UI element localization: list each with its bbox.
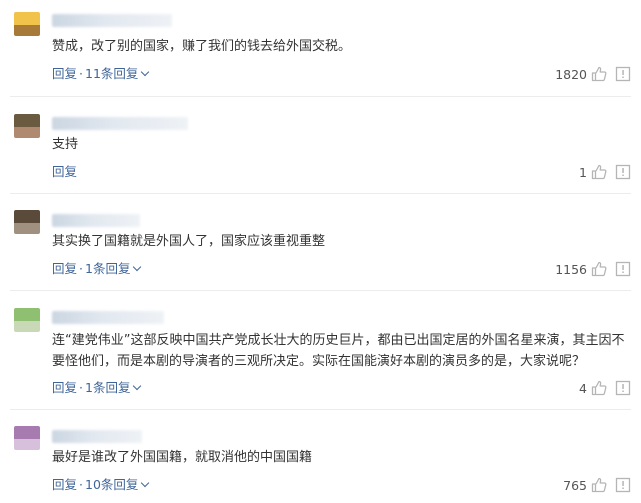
- comment-actions: 回复 · 1条回复: [52, 379, 142, 397]
- avatar[interactable]: [14, 114, 40, 138]
- comment-actions: 回复 · 1条回复: [52, 260, 142, 278]
- comment-meta: 4: [579, 379, 631, 397]
- comment-actions: 回复 · 10条回复: [52, 476, 150, 494]
- comment-text: 支持: [52, 137, 79, 152]
- like-count: 1156: [555, 261, 587, 277]
- username[interactable]: [52, 14, 172, 27]
- avatar[interactable]: [14, 426, 40, 450]
- username[interactable]: [52, 117, 188, 130]
- separator-dot: ·: [79, 261, 83, 276]
- replies-count-label: 1条回复: [85, 380, 131, 395]
- chevron-down-icon: [141, 67, 150, 77]
- comment-item: 赞成，改了别的国家，赚了我们的钱去给外国交税。 回复 · 11条回复 1820: [0, 0, 641, 97]
- report-icon[interactable]: [615, 164, 631, 180]
- comment-item: 连“建党伟业”这部反映中国共产党成长壮大的历史巨片，都由已出国定居的外国名星来演…: [0, 291, 641, 410]
- username[interactable]: [52, 430, 142, 443]
- comment-item: 最好是谁改了外国国籍，就取消他的中国国籍 回复 · 10条回复 765: [0, 410, 641, 503]
- reply-button[interactable]: 回复: [52, 261, 77, 276]
- like-count: 4: [579, 380, 587, 396]
- comment-actions: 回复: [52, 163, 77, 181]
- comment-text: 最好是谁改了外国国籍，就取消他的中国国籍: [52, 450, 313, 465]
- thumbs-up-icon[interactable]: [591, 380, 607, 396]
- comment-item: 支持 回复 1: [0, 97, 641, 194]
- comment-meta: 1156: [555, 260, 631, 278]
- chevron-down-icon: [133, 262, 142, 272]
- thumbs-up-icon[interactable]: [591, 66, 607, 82]
- like-count: 1820: [555, 66, 587, 82]
- view-replies-button[interactable]: 10条回复: [85, 477, 150, 492]
- reply-button[interactable]: 回复: [52, 66, 77, 81]
- reply-button[interactable]: 回复: [52, 380, 77, 395]
- username[interactable]: [52, 214, 140, 227]
- avatar[interactable]: [14, 308, 40, 332]
- like-count: 765: [563, 477, 587, 493]
- report-icon[interactable]: [615, 477, 631, 493]
- comment-text: 赞成，改了别的国家，赚了我们的钱去给外国交税。: [52, 39, 352, 54]
- avatar[interactable]: [14, 12, 40, 36]
- view-replies-button[interactable]: 11条回复: [85, 66, 150, 81]
- chevron-down-icon: [133, 381, 142, 391]
- separator-dot: ·: [79, 477, 83, 492]
- view-replies-button[interactable]: 1条回复: [85, 261, 142, 276]
- comment-actions: 回复 · 11条回复: [52, 65, 150, 83]
- reply-button[interactable]: 回复: [52, 164, 77, 179]
- report-icon[interactable]: [615, 380, 631, 396]
- replies-count-label: 1条回复: [85, 261, 131, 276]
- thumbs-up-icon[interactable]: [591, 261, 607, 277]
- thumbs-up-icon[interactable]: [591, 164, 607, 180]
- comment-meta: 765: [563, 476, 631, 494]
- comment-meta: 1: [579, 163, 631, 181]
- comment-text: 其实换了国籍就是外国人了，国家应该重视重整: [52, 234, 326, 249]
- chevron-down-icon: [141, 478, 150, 488]
- comment-text: 连“建党伟业”这部反映中国共产党成长壮大的历史巨片，都由已出国定居的外国名星来演…: [52, 333, 625, 369]
- comment-meta: 1820: [555, 65, 631, 83]
- replies-count-label: 10条回复: [85, 477, 139, 492]
- username[interactable]: [52, 311, 164, 324]
- like-count: 1: [579, 164, 587, 180]
- view-replies-button[interactable]: 1条回复: [85, 380, 142, 395]
- report-icon[interactable]: [615, 66, 631, 82]
- thumbs-up-icon[interactable]: [591, 477, 607, 493]
- replies-count-label: 11条回复: [85, 66, 139, 81]
- comment-item: 其实换了国籍就是外国人了，国家应该重视重整 回复 · 1条回复 1156: [0, 194, 641, 291]
- report-icon[interactable]: [615, 261, 631, 277]
- avatar[interactable]: [14, 210, 40, 234]
- reply-button[interactable]: 回复: [52, 477, 77, 492]
- separator-dot: ·: [79, 66, 83, 81]
- separator-dot: ·: [79, 380, 83, 395]
